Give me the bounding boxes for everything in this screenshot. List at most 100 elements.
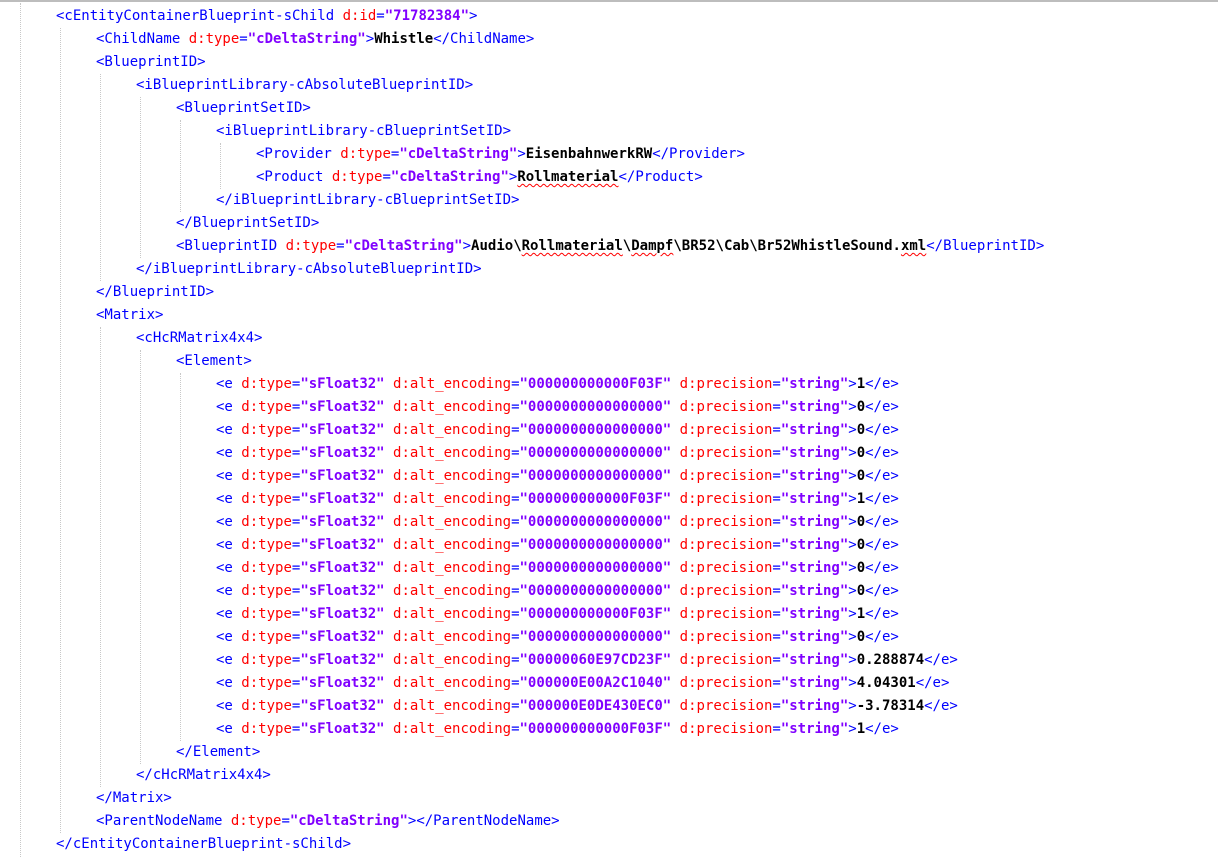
code-line[interactable]: <e d:type="sFloat32" d:alt_encoding="000… [216,695,958,718]
token-attr: d:alt_encoding [393,514,512,530]
code-line[interactable]: <e d:type="sFloat32" d:alt_encoding="000… [216,672,949,695]
code-line[interactable]: <ChildName d:type="cDeltaString">Whistle… [96,28,534,51]
code-line[interactable]: <cHcRMatrix4x4> [136,327,262,350]
token-tag [385,606,393,622]
token-tag: <e [216,537,242,553]
code-line[interactable]: <e d:type="sFloat32" d:alt_encoding="000… [216,488,899,511]
code-line[interactable]: <e d:type="sFloat32" d:alt_encoding="000… [216,465,899,488]
token-tag: = [511,721,520,737]
code-line[interactable]: <e d:type="sFloat32" d:alt_encoding="000… [216,396,899,419]
token-tag [671,675,679,691]
token-attr: d:precision [679,468,773,484]
code-line[interactable]: </iBlueprintLibrary-cAbsoluteBlueprintID… [136,258,482,281]
token-tag [385,652,393,668]
code-line[interactable]: </cHcRMatrix4x4> [136,764,271,787]
token-attr: d:precision [679,560,773,576]
code-line[interactable]: <Element> [176,350,252,373]
token-txt: Dampf [631,238,674,254]
token-tag: = [772,422,781,438]
code-editor[interactable]: <cEntityContainerBlueprint-sChild d:id="… [0,3,1218,857]
token-tag: > [848,514,857,530]
code-line[interactable]: <iBlueprintLibrary-cBlueprintSetID> [216,120,511,143]
token-val: "cDeltaString" [247,31,366,47]
token-tag: <e [216,560,242,576]
code-line[interactable]: </Matrix> [96,787,172,810]
token-attr: d:type [241,376,292,392]
token-tag [385,537,393,553]
code-line[interactable]: <e d:type="sFloat32" d:alt_encoding="000… [216,626,899,649]
token-val: "0000000000000000" [519,560,672,576]
code-line[interactable]: <e d:type="sFloat32" d:alt_encoding="000… [216,419,899,442]
token-val: "string" [780,514,849,530]
token-val: "0000000000000000" [519,514,672,530]
code-line[interactable]: </BlueprintSetID> [176,212,319,235]
token-tag [671,606,679,622]
token-tag: </BlueprintID> [96,284,215,300]
token-txt: 0 [856,629,866,645]
code-line[interactable]: <cEntityContainerBlueprint-sChild d:id="… [56,5,477,28]
token-tag: > [848,468,857,484]
token-txt: Whistle [374,31,434,47]
token-txt: 0.288874 [856,652,925,668]
token-val: "00000060E97CD23F" [519,652,672,668]
code-line[interactable]: <Provider d:type="cDeltaString">Eisenbah… [256,143,745,166]
token-txt: 4.04301 [856,675,916,691]
token-attr: d:precision [679,629,773,645]
token-attr: d:type [241,468,292,484]
token-tag: = [511,537,520,553]
code-line[interactable]: <BlueprintID> [96,51,206,74]
code-line[interactable]: <iBlueprintLibrary-cAbsoluteBlueprintID> [136,74,473,97]
code-line[interactable]: <e d:type="sFloat32" d:alt_encoding="000… [216,580,899,603]
indent-guide [20,3,21,857]
token-tag: = [376,8,385,24]
code-line[interactable]: <e d:type="sFloat32" d:alt_encoding="000… [216,442,899,465]
code-line[interactable]: <e d:type="sFloat32" d:alt_encoding="000… [216,603,899,626]
token-tag: </e> [865,445,899,461]
code-line[interactable]: </cEntityContainerBlueprint-sChild> [56,833,351,856]
token-txt: Audio\ [471,238,522,254]
token-attr: d:alt_encoding [393,629,512,645]
code-line[interactable]: <BlueprintSetID> [176,97,311,120]
token-tag: > [848,721,857,737]
token-tag: <e [216,698,242,714]
token-txt: 0 [856,583,866,599]
code-line[interactable]: <e d:type="sFloat32" d:alt_encoding="000… [216,373,899,396]
token-tag: </e> [915,675,950,691]
code-line[interactable]: <BlueprintID d:type="cDeltaString">Audio… [176,235,1044,258]
token-val: "000000000000F03F" [519,376,672,392]
token-tag [671,721,679,737]
token-val: "0000000000000000" [519,399,672,415]
token-tag [385,376,393,392]
code-line[interactable]: <Product d:type="cDeltaString">Rollmater… [256,166,703,189]
token-attr: d:type [241,652,292,668]
token-val: "0000000000000000" [519,583,672,599]
token-txt: -3.78314 [856,698,925,714]
token-val: "string" [780,560,849,576]
token-attr: d:alt_encoding [393,606,512,622]
token-tag: > [848,675,857,691]
token-tag: <BlueprintID> [96,54,206,70]
code-line[interactable]: </Element> [176,741,260,764]
token-tag: <ChildName [96,31,189,47]
token-tag: > [517,146,526,162]
code-line[interactable]: <e d:type="sFloat32" d:alt_encoding="000… [216,649,958,672]
code-line[interactable]: <Matrix> [96,304,163,327]
token-attr: d:precision [679,721,773,737]
token-tag: <BlueprintSetID> [176,100,311,116]
token-txt: 1 [856,491,866,507]
token-val: "cDeltaString" [399,146,518,162]
token-tag [385,445,393,461]
token-val: "sFloat32" [300,399,385,415]
token-tag: </ChildName> [433,31,535,47]
code-line[interactable]: <e d:type="sFloat32" d:alt_encoding="000… [216,511,899,534]
code-line[interactable]: <e d:type="sFloat32" d:alt_encoding="000… [216,534,899,557]
code-line[interactable]: <e d:type="sFloat32" d:alt_encoding="000… [216,718,899,741]
code-line[interactable]: <ParentNodeName d:type="cDeltaString"></… [96,810,560,833]
token-attr: d:precision [679,514,773,530]
code-line[interactable]: <e d:type="sFloat32" d:alt_encoding="000… [216,557,899,580]
token-val: "sFloat32" [300,445,385,461]
code-line[interactable]: </BlueprintID> [96,281,214,304]
token-tag: > [462,238,472,254]
token-tag: </e> [865,399,899,415]
code-line[interactable]: </iBlueprintLibrary-cBlueprintSetID> [216,189,519,212]
